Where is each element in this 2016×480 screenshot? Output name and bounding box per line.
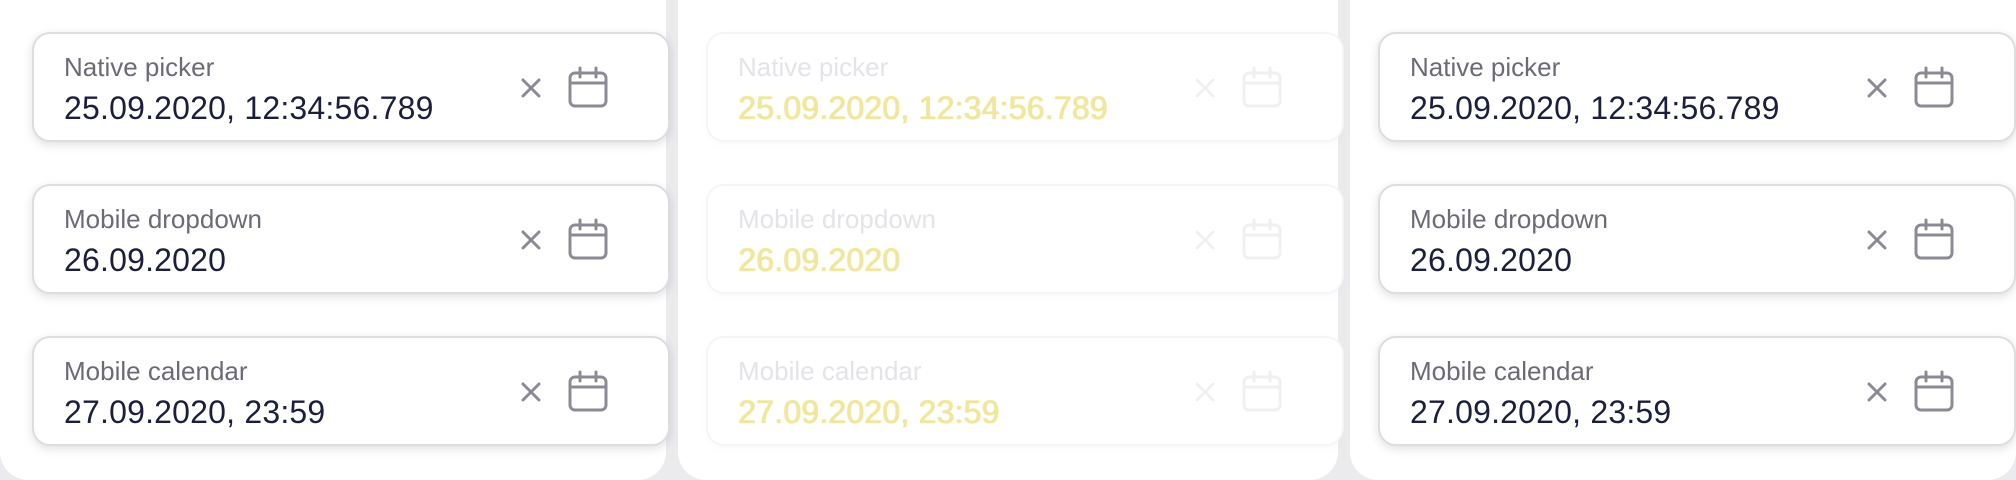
close-icon [521,230,541,250]
field-value[interactable]: 25.09.2020, 12:34:56.789 [64,90,434,127]
field-value: 26.09.2020 [738,242,901,278]
mobile-dropdown-field-disabled: Mobile dropdown 26.09.2020 [706,184,1344,294]
clear-button[interactable] [514,375,548,409]
field-label: Mobile calendar [738,356,922,386]
calendar-button[interactable] [1908,366,1960,418]
clear-button[interactable] [1860,223,1894,257]
close-icon [1867,382,1887,402]
column-enabled-right: Native picker 25.09.2020, 12:34:56.789 M… [1350,0,2016,480]
calendar-button[interactable] [562,62,614,114]
calendar-icon [568,66,608,108]
field-label: Mobile dropdown [738,204,937,234]
date-field-demo: Native picker 25.09.2020, 12:34:56.789 M… [0,0,2016,480]
mobile-dropdown-field[interactable]: Mobile dropdown 26.09.2020 [1378,184,2016,294]
calendar-button [1236,62,1288,114]
calendar-button [1236,366,1288,418]
field-value: 25.09.2020, 12:34:56.789 [738,90,1108,126]
close-icon [521,78,541,98]
close-icon [1867,78,1887,98]
clear-button [1188,375,1222,409]
close-icon [1195,382,1215,402]
column-enabled-left: Native picker 25.09.2020, 12:34:56.789 M… [0,0,670,480]
field-label: Mobile dropdown [64,204,263,234]
calendar-icon [1242,370,1282,412]
field-label: Native picker [1410,52,1561,82]
calendar-button[interactable] [562,214,614,266]
close-icon [1867,230,1887,250]
clear-button [1188,223,1222,257]
mobile-dropdown-field[interactable]: Mobile dropdown 26.09.2020 [32,184,670,294]
calendar-icon [1914,370,1954,412]
field-label: Mobile dropdown [1410,204,1609,234]
mobile-calendar-field-disabled: Mobile calendar 27.09.2020, 23:59 [706,336,1344,446]
calendar-icon [1242,218,1282,260]
field-label: Native picker [738,52,889,82]
calendar-button[interactable] [562,366,614,418]
native-picker-field-disabled: Native picker 25.09.2020, 12:34:56.789 [706,32,1344,142]
field-value[interactable]: 27.09.2020, 23:59 [1410,394,1671,431]
calendar-icon [1242,66,1282,108]
calendar-icon [1914,218,1954,260]
calendar-button [1236,214,1288,266]
field-label: Mobile calendar [1410,356,1594,386]
field-label: Native picker [64,52,215,82]
native-picker-field[interactable]: Native picker 25.09.2020, 12:34:56.789 [32,32,670,142]
native-picker-field[interactable]: Native picker 25.09.2020, 12:34:56.789 [1378,32,2016,142]
close-icon [1195,230,1215,250]
mobile-calendar-field[interactable]: Mobile calendar 27.09.2020, 23:59 [32,336,670,446]
calendar-icon [568,218,608,260]
calendar-icon [568,370,608,412]
mobile-calendar-field[interactable]: Mobile calendar 27.09.2020, 23:59 [1378,336,2016,446]
clear-button[interactable] [1860,71,1894,105]
calendar-button[interactable] [1908,62,1960,114]
clear-button [1188,71,1222,105]
calendar-icon [1914,66,1954,108]
close-icon [521,382,541,402]
close-icon [1195,78,1215,98]
field-label: Mobile calendar [64,356,248,386]
field-value[interactable]: 26.09.2020 [1410,242,1572,279]
column-disabled: Native picker 25.09.2020, 12:34:56.789 M… [678,0,1344,480]
clear-button[interactable] [514,223,548,257]
field-value[interactable]: 27.09.2020, 23:59 [64,394,325,431]
calendar-button[interactable] [1908,214,1960,266]
field-value[interactable]: 26.09.2020 [64,242,226,279]
field-value: 27.09.2020, 23:59 [738,394,1000,430]
field-value[interactable]: 25.09.2020, 12:34:56.789 [1410,90,1780,127]
clear-button[interactable] [514,71,548,105]
clear-button[interactable] [1860,375,1894,409]
